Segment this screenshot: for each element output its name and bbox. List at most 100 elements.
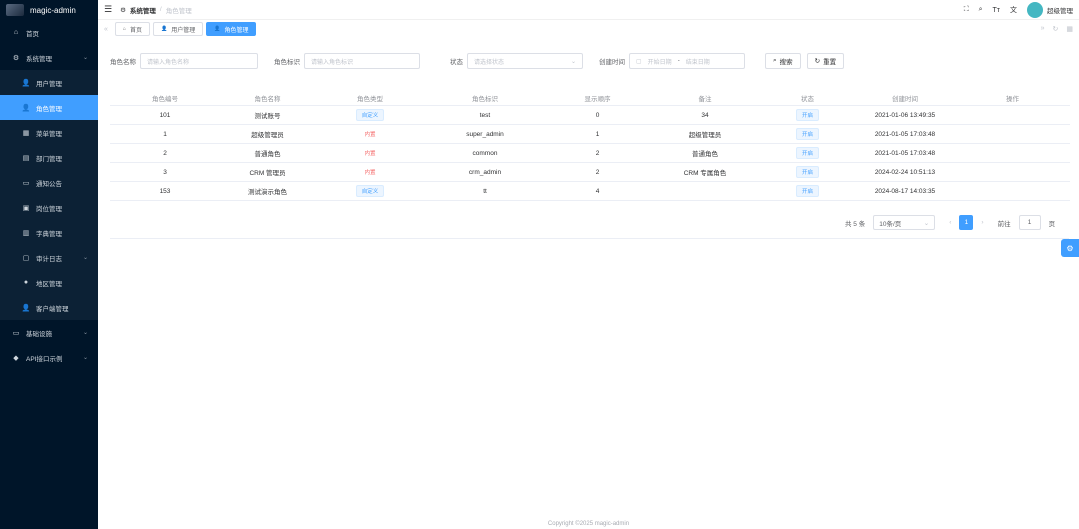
table-row[interactable]: 101 测试账号 自定义 test 0 34 开启 2021-01-06 13:49:35 bbox=[110, 106, 1070, 125]
sidebar-item-13[interactable]: ◆ API接口示例 ⌄ bbox=[0, 345, 98, 370]
next-page-icon[interactable]: › bbox=[981, 219, 983, 226]
pagination: 共 5 条 10条/页 ⌄ ‹ 1 › 前往 1 页 bbox=[845, 215, 1055, 230]
table-row[interactable]: 3 CRM 管理员 内置 crm_admin 2 CRM 专属角色 开启 2024-02-24… bbox=[110, 163, 1070, 182]
sidebar-item-8[interactable]: ▥ 字典管理 bbox=[0, 220, 98, 245]
role-name-label: 角色名称 bbox=[110, 59, 136, 66]
chevron-down-icon: ⌄ bbox=[82, 355, 88, 361]
column-header: 角色名称 bbox=[254, 95, 281, 103]
user-icon: 👤 bbox=[214, 26, 221, 32]
role-code-label: 角色标识 bbox=[274, 59, 300, 66]
tags-scroll-left-icon[interactable]: « bbox=[104, 26, 108, 33]
table-cell-status: 开启 bbox=[760, 109, 855, 121]
settings-float-button[interactable]: ⚙ bbox=[1061, 239, 1079, 257]
status-label: 状态 bbox=[450, 59, 463, 66]
sidebar-item-label: 审计日志 bbox=[36, 255, 62, 263]
tree-icon: ▤ bbox=[22, 154, 30, 162]
message-icon: ▭ bbox=[22, 179, 30, 187]
goto-label: 前往 bbox=[997, 220, 1011, 228]
status-select[interactable]: 请选择状态 ⌄ bbox=[467, 53, 583, 69]
book-icon: ▥ bbox=[22, 229, 30, 237]
avatar[interactable] bbox=[1027, 2, 1043, 18]
end-date-placeholder: 结束日期 bbox=[685, 59, 710, 66]
table-cell-code: super_admin bbox=[466, 130, 504, 138]
sidebar-item-1[interactable]: ⚙ 系统管理 ⌄ bbox=[0, 45, 98, 70]
column-header: 状态 bbox=[801, 95, 814, 103]
gear-icon: ⚙ bbox=[1066, 243, 1074, 253]
table-cell-status: 开启 bbox=[760, 185, 855, 197]
role-type-badge: 内置 bbox=[364, 151, 376, 157]
column-header: 创建时间 bbox=[892, 95, 918, 103]
username[interactable]: 超级管理 bbox=[1047, 5, 1073, 15]
table-cell-created: 2021-01-06 13:49:35 bbox=[874, 111, 936, 119]
breadcrumb: ⚙ 系统管理 / 角色管理 bbox=[120, 5, 192, 15]
tab-1[interactable]: 👤 用户管理 bbox=[152, 22, 204, 36]
refresh-icon[interactable]: ↻ bbox=[1053, 25, 1059, 33]
role-type-badge: 内置 bbox=[364, 170, 376, 176]
table-cell-type: 自定义 bbox=[315, 185, 425, 197]
table-cell-created: 2024-08-17 14:03:35 bbox=[874, 187, 936, 195]
sidebar-item-label: 通知公告 bbox=[36, 180, 62, 188]
sidebar-item-11[interactable]: 👤 客户端管理 bbox=[0, 295, 98, 320]
column-header: 角色标识 bbox=[472, 95, 498, 103]
prev-page-icon[interactable]: ‹ bbox=[949, 219, 951, 226]
status-badge: 开启 bbox=[795, 147, 819, 159]
sidebar-item-9[interactable]: ▢ 审计日志 ⌄ bbox=[0, 245, 98, 270]
sidebar-item-5[interactable]: ▤ 部门管理 bbox=[0, 145, 98, 170]
role-table: 角色编号 角色名称 角色类型 角色标识 显示顺序 备注 状态 创建时间 操作 101 测试账号 自定… bbox=[110, 90, 1070, 201]
table-cell-sort: 4 bbox=[595, 187, 600, 195]
tab-0[interactable]: ⌂ 首页 bbox=[114, 22, 150, 36]
sidebar-item-6[interactable]: ▭ 通知公告 bbox=[0, 170, 98, 195]
app-logo[interactable]: magic-admin bbox=[0, 0, 98, 20]
tags-scroll-right-icon[interactable]: » bbox=[1041, 25, 1045, 33]
sidebar: magic-admin ⌂ 首页 ⚙ 系统管理 ⌄ 👤 用户管理 👤 角色管理 ▦ 菜单管理 ▤ 部门管… bbox=[0, 0, 98, 529]
language-icon[interactable]: 文 bbox=[1010, 5, 1017, 15]
status-badge: 开启 bbox=[795, 166, 819, 178]
sidebar-item-7[interactable]: ▣ 岗位管理 bbox=[0, 195, 98, 220]
table-cell-created: 2024-02-24 10:51:13 bbox=[874, 168, 936, 176]
table-cell-name: CRM 管理员 bbox=[249, 170, 286, 177]
page-size-select[interactable]: 10条/页 ⌄ bbox=[873, 215, 936, 230]
table-row[interactable]: 1 超级管理员 内置 super_admin 1 超级管理员 开启 2021-01-05 17… bbox=[110, 125, 1070, 144]
table-body: 101 测试账号 自定义 test 0 34 开启 2021-01-06 13:49:35 1 超… bbox=[110, 106, 1070, 201]
goto-page-input[interactable]: 1 bbox=[1018, 215, 1041, 230]
table-row[interactable]: 2 普通角色 内置 common 2 普通角色 开启 2021-01-05 17:03:48 bbox=[110, 144, 1070, 163]
page-number-current[interactable]: 1 bbox=[959, 215, 974, 230]
search-icon[interactable]: ⌕ bbox=[979, 6, 983, 14]
date-range-picker[interactable]: ▢ 开始日期 - 结束日期 bbox=[629, 53, 745, 69]
breadcrumb-item-system[interactable]: 系统管理 bbox=[130, 5, 156, 15]
sidebar-item-label: 地区管理 bbox=[36, 280, 62, 288]
footer: Copyright ©2025 magic-admin bbox=[547, 521, 630, 527]
sidebar-item-label: 部门管理 bbox=[36, 155, 62, 163]
sidebar-item-2[interactable]: 👤 用户管理 bbox=[0, 70, 98, 95]
tags-actions: » ↻ ▦ bbox=[1041, 25, 1073, 33]
sidebar-item-3[interactable]: 👤 角色管理 bbox=[0, 95, 98, 120]
hamburger-icon[interactable]: ☰ bbox=[104, 4, 112, 15]
role-code-input[interactable]: 请输入角色标识 bbox=[304, 53, 420, 69]
tags-menu-icon[interactable]: ▦ bbox=[1066, 25, 1073, 33]
search-button[interactable]: ⌕ 搜索 bbox=[765, 53, 801, 69]
sidebar-item-4[interactable]: ▦ 菜单管理 bbox=[0, 120, 98, 145]
reset-button[interactable]: ↻ 重置 bbox=[806, 53, 845, 69]
role-name-input[interactable]: 请输入角色名称 bbox=[140, 53, 258, 69]
status-badge: 开启 bbox=[795, 109, 819, 121]
table-cell-status: 开启 bbox=[760, 128, 855, 140]
font-size-icon[interactable]: Tт bbox=[993, 7, 1000, 14]
table-cell-created: 2021-01-05 17:03:48 bbox=[874, 130, 936, 138]
role-name-placeholder: 请输入角色名称 bbox=[147, 59, 190, 66]
fullscreen-icon[interactable]: ⛶ bbox=[964, 6, 969, 14]
sidebar-item-12[interactable]: ▭ 基础设施 ⌄ bbox=[0, 320, 98, 345]
sidebar-item-10[interactable]: ● 地区管理 bbox=[0, 270, 98, 295]
tab-2[interactable]: 👤 角色管理 bbox=[206, 22, 257, 36]
table-cell-name: 普通角色 bbox=[254, 151, 281, 158]
tab-label: 角色管理 bbox=[224, 27, 249, 34]
infra-icon: ▭ bbox=[12, 329, 20, 337]
chevron-down-icon: ⌄ bbox=[82, 55, 88, 61]
pagination-total: 共 5 条 bbox=[845, 220, 866, 228]
table-cell-id: 153 bbox=[159, 187, 171, 195]
sidebar-item-0[interactable]: ⌂ 首页 bbox=[0, 20, 98, 45]
search-form: 角色名称 请输入角色名称 角色标识 请输入角色标识 状态 请选择状态 ⌄ 创建时… bbox=[110, 52, 1069, 70]
table-cell-id: 1 bbox=[163, 130, 167, 138]
column-header: 角色编号 bbox=[152, 95, 178, 103]
table-cell-sort: 0 bbox=[595, 111, 600, 119]
table-row[interactable]: 153 测试演示角色 自定义 tt 4 开启 2024-08-17 14:03:35 bbox=[110, 182, 1070, 201]
